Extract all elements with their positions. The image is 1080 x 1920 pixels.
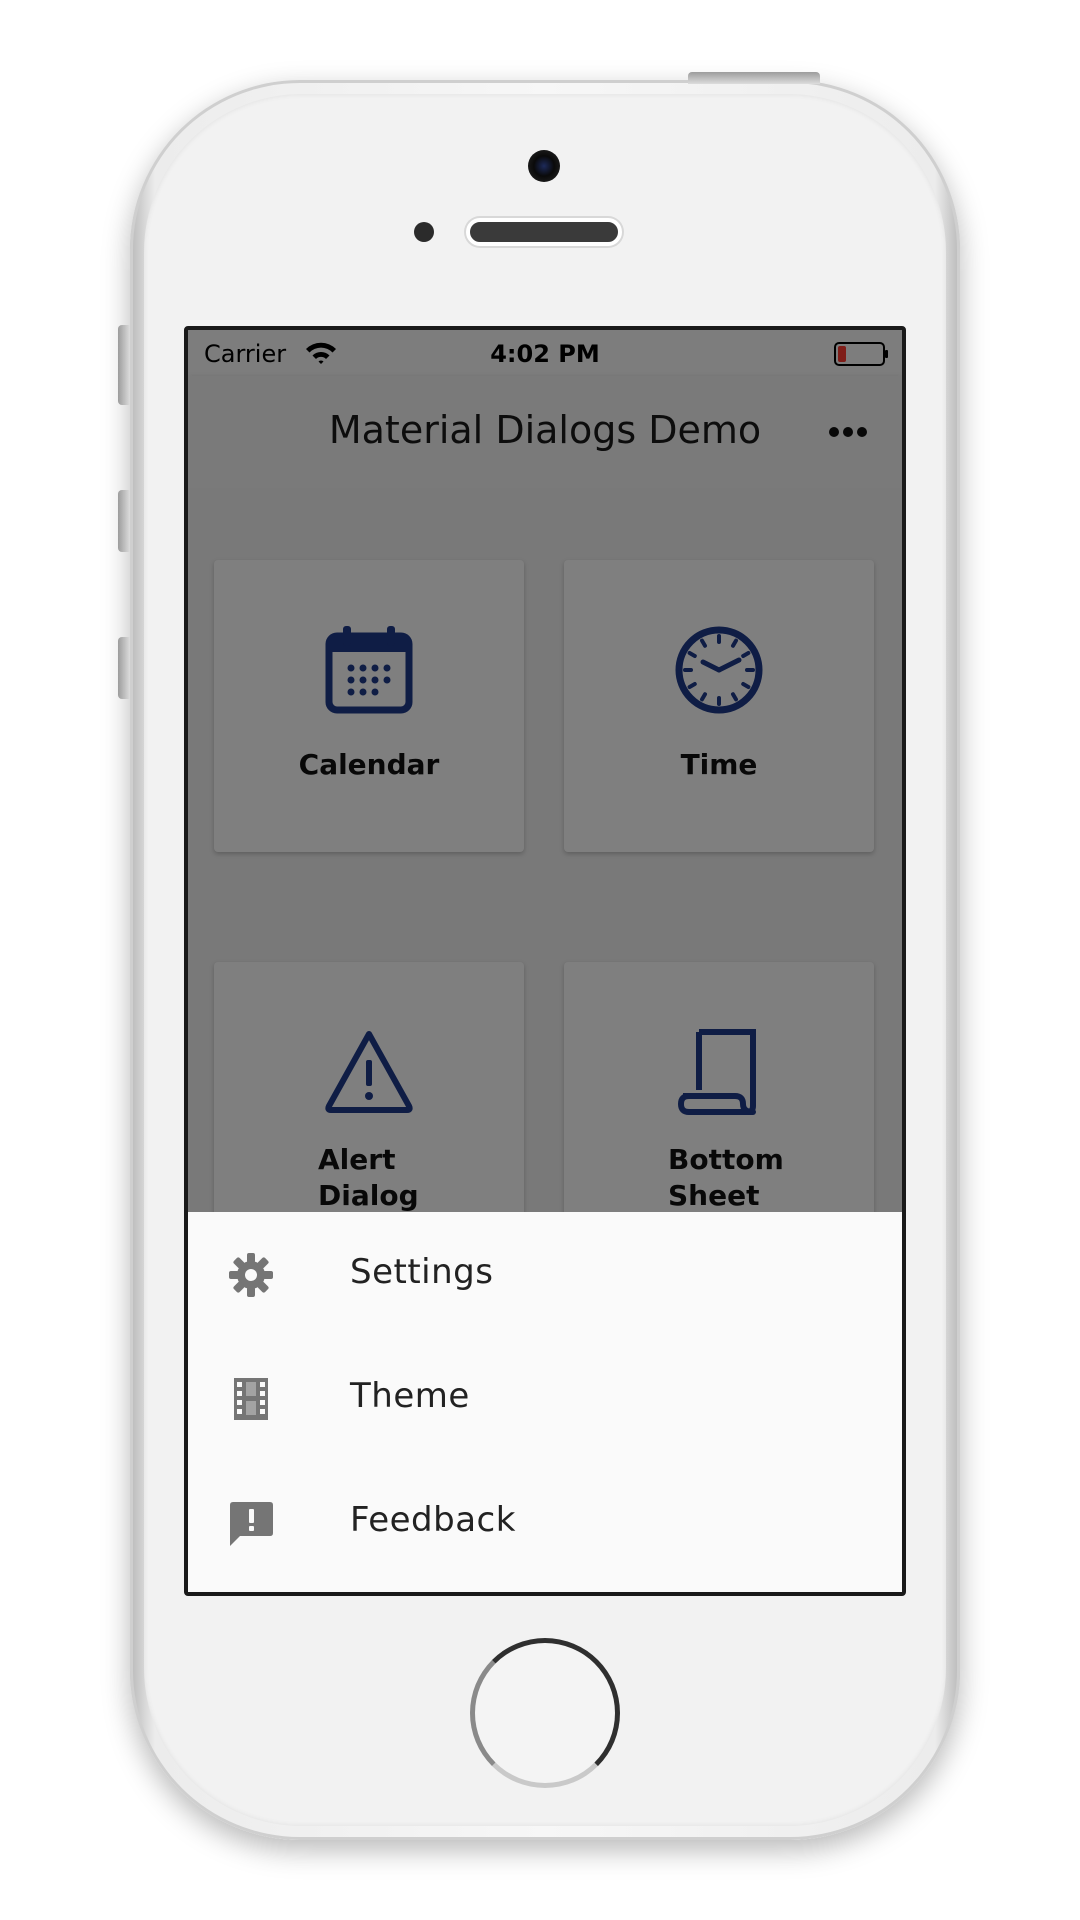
app-content: Carrier 4:02 PM Material Dialogs Demo bbox=[188, 330, 902, 1592]
film-icon bbox=[234, 1378, 268, 1420]
sheet-item-label: Settings bbox=[350, 1252, 494, 1292]
volume-down-button bbox=[118, 637, 130, 699]
volume-up-button bbox=[118, 490, 130, 552]
gear-icon bbox=[229, 1253, 273, 1297]
bottom-sheet: Settings Theme Feedback bbox=[188, 1212, 902, 1592]
sheet-item-theme[interactable]: Theme bbox=[188, 1336, 902, 1460]
sheet-item-label: Feedback bbox=[350, 1500, 516, 1540]
sheet-item-feedback[interactable]: Feedback bbox=[188, 1460, 902, 1584]
power-button bbox=[688, 72, 820, 84]
front-camera bbox=[528, 150, 560, 182]
sheet-item-label: Theme bbox=[350, 1376, 470, 1416]
mute-switch bbox=[118, 325, 130, 405]
feedback-icon bbox=[230, 1502, 273, 1546]
proximity-sensor bbox=[414, 222, 434, 242]
phone-screen: Carrier 4:02 PM Material Dialogs Demo bbox=[184, 326, 906, 1596]
home-button[interactable] bbox=[470, 1638, 620, 1788]
earpiece-speaker bbox=[466, 218, 622, 246]
sheet-item-settings[interactable]: Settings bbox=[188, 1212, 902, 1336]
